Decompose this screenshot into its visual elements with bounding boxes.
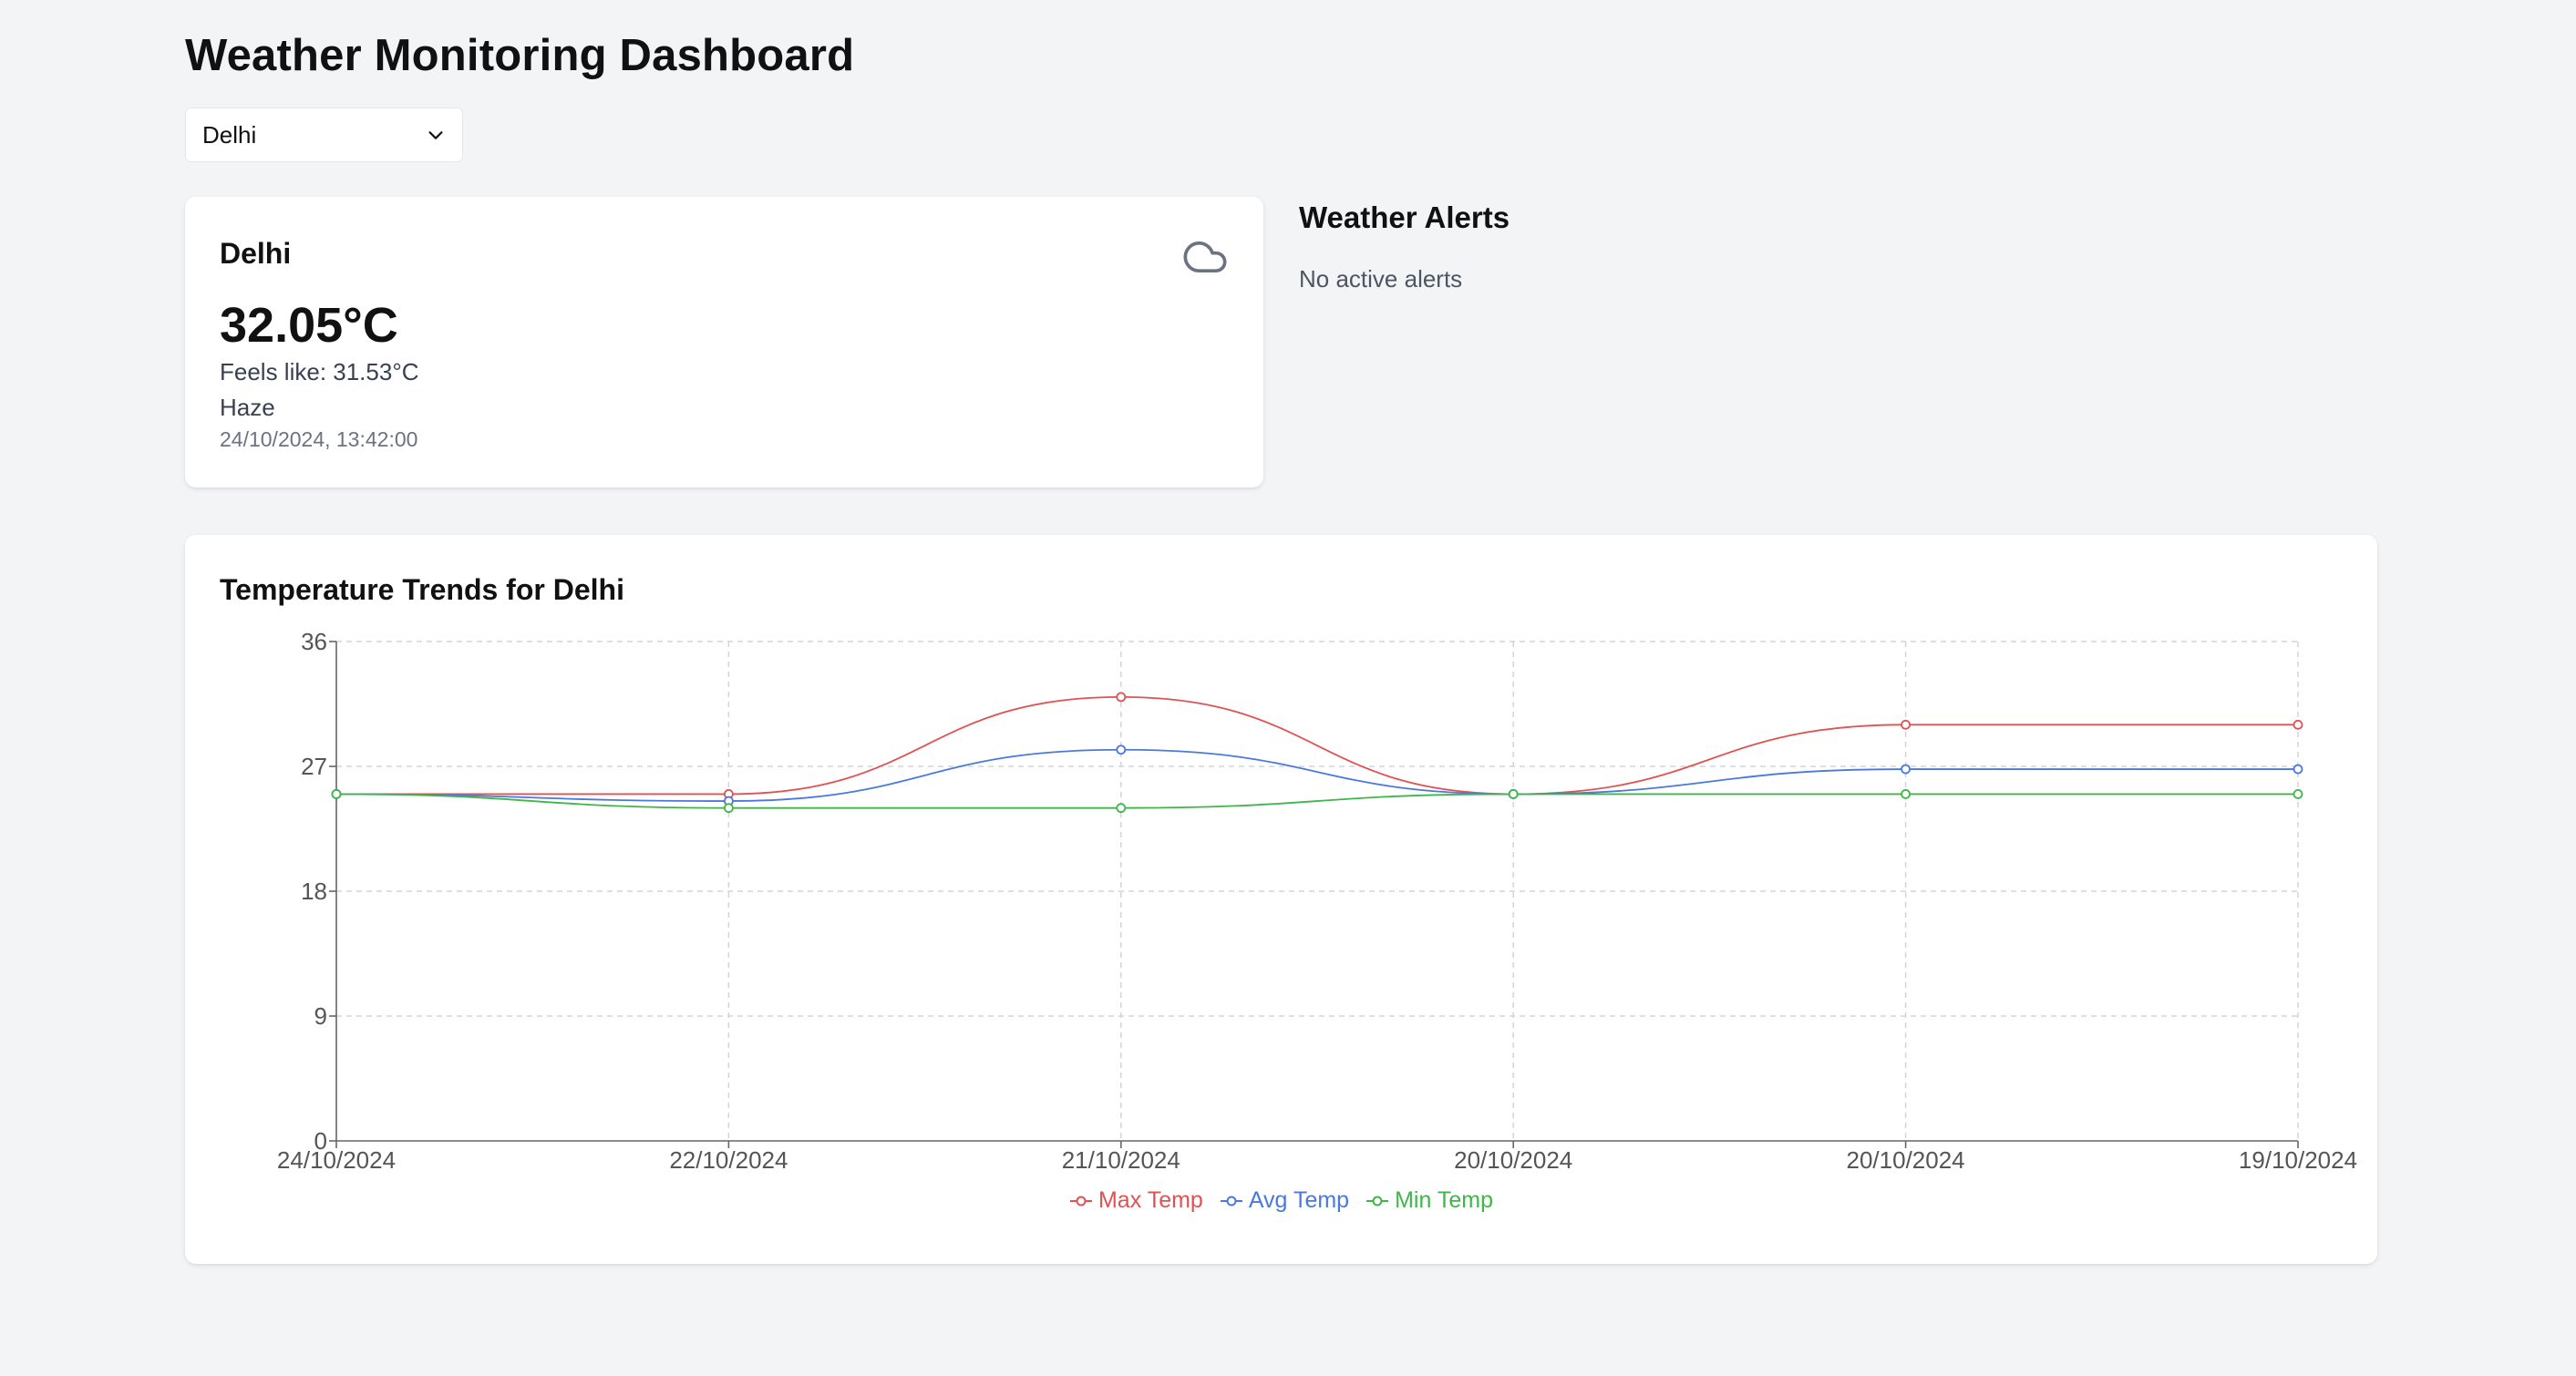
- weather-timestamp: 24/10/2024, 13:42:00: [220, 427, 418, 451]
- weather-feels-like: Feels like: 31.53°C: [220, 358, 419, 385]
- legend-label: Avg Temp: [1248, 1187, 1350, 1213]
- avg-temp-point: [2293, 764, 2303, 775]
- min-temp-point: [331, 789, 342, 799]
- max-temp-point: [2293, 719, 2303, 730]
- weather-temperature: 32.05°C: [220, 298, 398, 353]
- alerts-title: Weather Alerts: [1299, 200, 1510, 234]
- weather-city: Delhi: [220, 237, 292, 270]
- x-tick-label: 24/10/2024: [277, 1146, 396, 1174]
- y-tick-label: 27: [301, 753, 327, 780]
- city-select[interactable]: Delhi: [185, 108, 463, 162]
- city-select-value: Delhi: [202, 120, 257, 149]
- y-tick-label: 18: [301, 878, 327, 905]
- min-temp-point: [1116, 803, 1127, 814]
- min-temp-point: [724, 803, 734, 814]
- min-temp-line: [335, 793, 2298, 809]
- legend-item-min-temp[interactable]: Min Temp: [1365, 1187, 1493, 1214]
- avg-temp-point: [1901, 764, 1911, 775]
- x-tick-label: 20/10/2024: [1847, 1146, 1965, 1174]
- x-tick-label: 19/10/2024: [2239, 1146, 2357, 1174]
- page-title: Weather Monitoring Dashboard: [185, 31, 855, 80]
- legend-marker-icon: [1220, 1196, 1242, 1206]
- y-tick-label: 36: [301, 628, 327, 655]
- legend-marker-icon: [1366, 1196, 1389, 1206]
- legend-label: Min Temp: [1395, 1187, 1494, 1213]
- max-temp-line: [336, 695, 2298, 796]
- y-tick-label: 9: [314, 1002, 327, 1030]
- legend-item-avg-temp[interactable]: Avg Temp: [1220, 1187, 1349, 1214]
- dashboard-page: Weather Monitoring Dashboard Delhi Delhi…: [0, 0, 2576, 1376]
- min-temp-point: [2293, 789, 2303, 799]
- weather-condition: Haze: [220, 394, 275, 421]
- legend-label: Max Temp: [1097, 1187, 1203, 1213]
- x-tick-label: 22/10/2024: [669, 1146, 788, 1174]
- legend-item-max-temp[interactable]: Max Temp: [1069, 1187, 1203, 1214]
- min-temp-point: [1901, 789, 1911, 799]
- cloud-icon: [1183, 241, 1227, 273]
- x-tick-label: 20/10/2024: [1454, 1146, 1572, 1174]
- temperature-chart-card: Temperature Trends for Delhi 0 9 18 27 36 24/…: [185, 535, 2377, 1264]
- chart-legend: Max Temp Avg Temp Min Temp: [185, 1187, 2377, 1214]
- temperature-line-chart: 0918273624/10/2024 22/10/2024 21/10/2024 20…: [277, 628, 2357, 1174]
- avg-temp-point: [1116, 744, 1127, 755]
- current-weather-card: Delhi 32.05°C Feels like: 31.53°C Haze 2…: [185, 197, 1263, 488]
- x-tick-label: 21/10/2024: [1062, 1146, 1180, 1174]
- chevron-down-icon: [428, 131, 443, 139]
- alerts-empty-text: No active alerts: [1299, 265, 1463, 293]
- legend-marker-icon: [1069, 1196, 1092, 1206]
- max-temp-point: [1901, 719, 1911, 730]
- max-temp-point: [1116, 692, 1127, 703]
- min-temp-point: [1508, 789, 1519, 799]
